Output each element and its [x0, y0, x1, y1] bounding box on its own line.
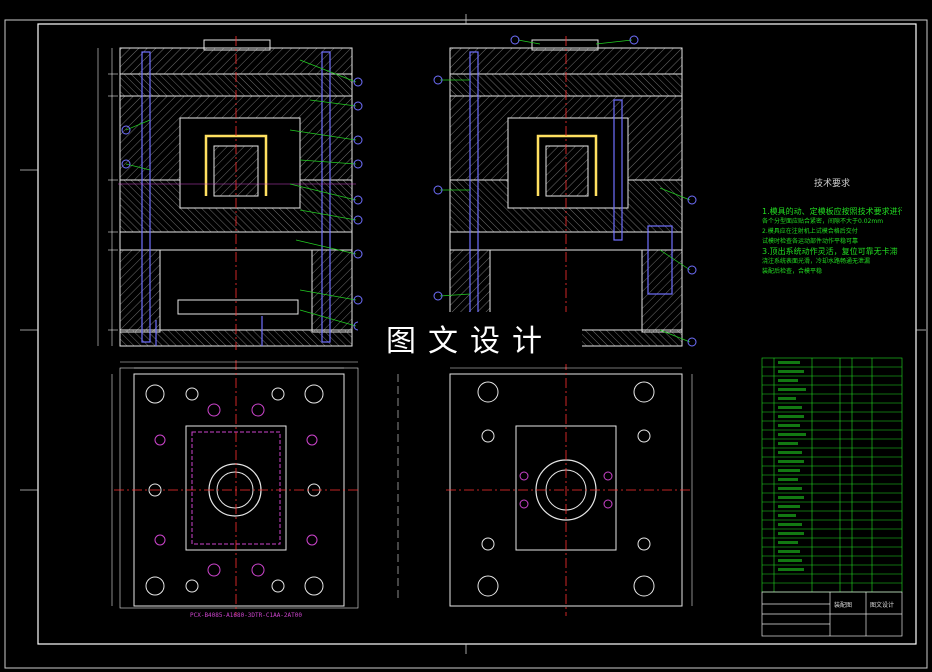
- front-section-view: [97, 36, 356, 350]
- title-block: [761, 591, 903, 637]
- drawing-code-label: PCX-B4085-A1680-3DTR-C1AA-2AT00: [190, 612, 302, 619]
- requirement-line: 装配后检查，合模平稳: [762, 268, 823, 275]
- requirement-line: 浇注系统表面光滑，冷却水路畅通无泄漏: [762, 258, 871, 265]
- technical-requirements-title: 技术要求: [813, 179, 850, 189]
- plan-view-fixed-half: [446, 360, 693, 616]
- requirement-line: 各个分型面应贴合紧密，间隙不大于0.02mm: [762, 218, 884, 225]
- side-section-view: [449, 36, 683, 350]
- requirement-line: 1.模具的动、定模板应按照技术要求进行加工: [762, 207, 902, 216]
- plan-view-moving-half: [111, 360, 360, 616]
- title-block-company: 图文设计: [870, 602, 895, 609]
- requirement-line: 2.模具应在注射机上试模合格后交付: [762, 228, 858, 235]
- requirement-line: 3.顶出系统动作灵活，复位可靠无卡滞: [762, 247, 898, 256]
- technical-requirements: 技术要求 1.模具的动、定模板应按照技术要求进行加工 各个分型面应贴合紧密，间隙…: [762, 176, 902, 277]
- title-block-name: 装配图: [834, 602, 853, 609]
- requirement-line: 试模时检查各运动部件动作平稳可靠: [762, 238, 859, 245]
- watermark-banner: 图文设计: [358, 312, 582, 364]
